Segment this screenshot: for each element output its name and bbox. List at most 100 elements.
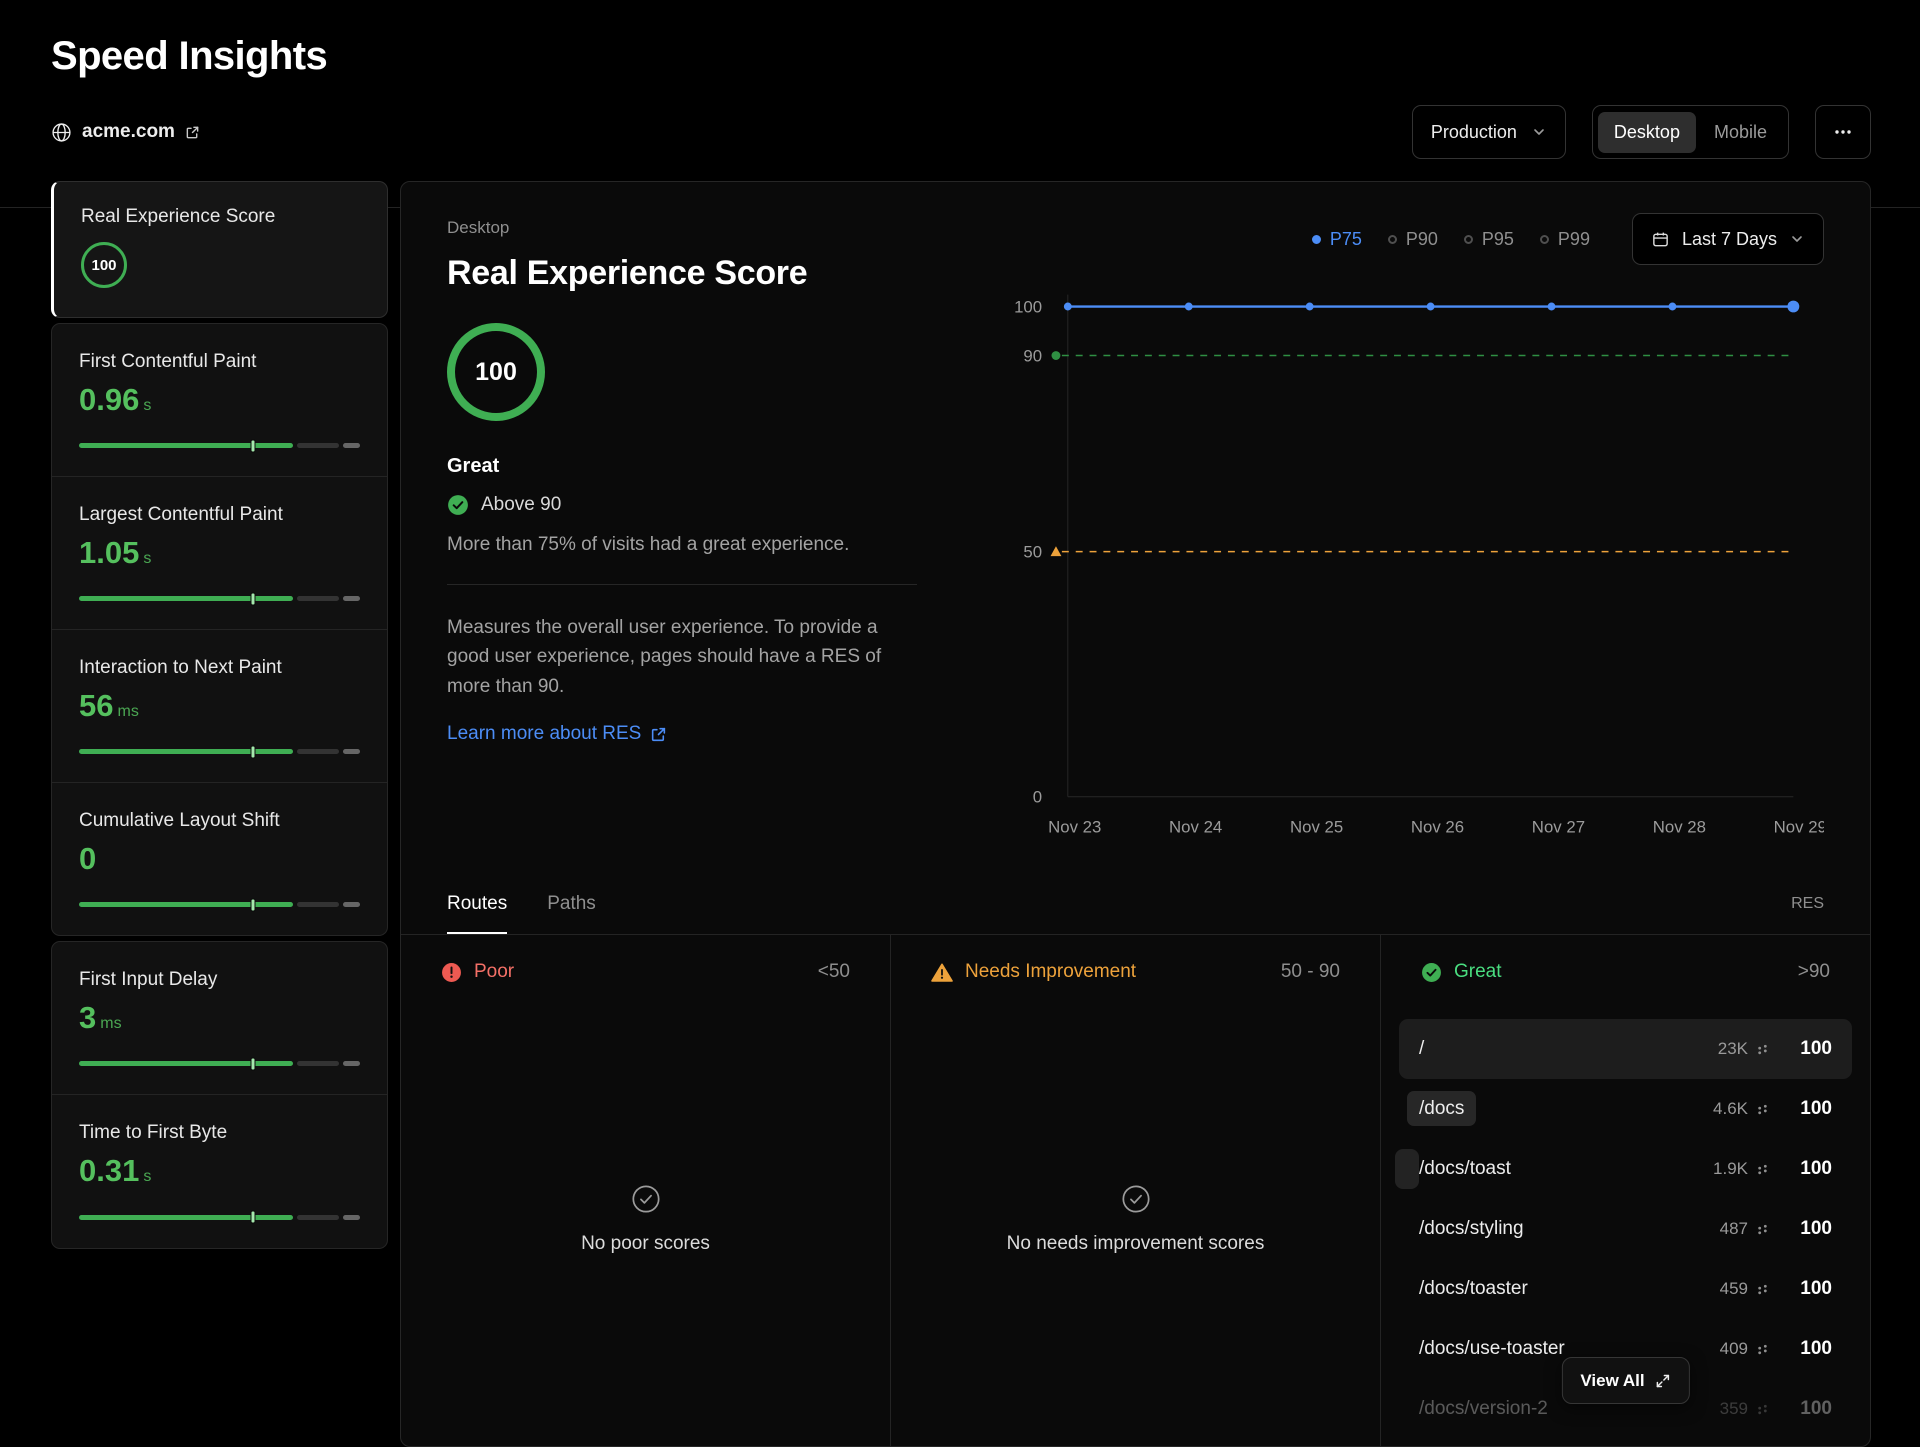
- metric-label: Real Experience Score: [81, 206, 360, 228]
- learn-more-link[interactable]: Learn more about RES: [447, 723, 667, 745]
- tab-routes[interactable]: Routes: [447, 874, 507, 934]
- route-visits: 409: [1720, 1339, 1748, 1359]
- route-row[interactable]: /docs/toast1.9K 100: [1399, 1139, 1852, 1199]
- metric-value-marker: [251, 898, 256, 911]
- res-score-circle: 100: [447, 323, 545, 421]
- check-circle-icon: [1421, 962, 1442, 983]
- svg-text:Nov 29: Nov 29: [1774, 817, 1824, 836]
- more-options-button[interactable]: [1815, 105, 1871, 159]
- tab-paths[interactable]: Paths: [547, 874, 596, 934]
- tabs-row: Routes Paths RES: [401, 874, 1870, 935]
- empty-message: No poor scores: [581, 1233, 710, 1255]
- route-row[interactable]: /docs/styling487100: [1399, 1199, 1852, 1259]
- description-text: Measures the overall user experience. To…: [447, 613, 917, 701]
- metric-threshold-meter: [79, 745, 360, 758]
- svg-text:50: 50: [1023, 543, 1042, 562]
- chart-header: P75 P90 P95 P99 Last 7 Days: [967, 212, 1824, 266]
- route-row[interactable]: /23K100: [1399, 1019, 1852, 1079]
- svg-text:90: 90: [1023, 346, 1042, 365]
- metric-threshold-meter: [79, 439, 360, 452]
- legend-dot: [1312, 235, 1321, 244]
- chevron-down-icon: [1789, 231, 1805, 247]
- route-visits: 4.6K: [1713, 1099, 1748, 1119]
- tab-desktop[interactable]: Desktop: [1598, 112, 1696, 153]
- metric-value-marker: [251, 745, 256, 758]
- expand-icon: [1655, 1373, 1671, 1389]
- metric-card-time-to-first-byte[interactable]: Time to First Byte 0.31s: [52, 1094, 387, 1247]
- route-score: 100: [1784, 1338, 1832, 1360]
- score-columns: Poor <50 No poor scores Needs Improvemen…: [401, 935, 1870, 1446]
- route-row[interactable]: /docs4.6K100: [1399, 1079, 1852, 1139]
- percentile-legend: P75 P90 P95 P99: [1312, 229, 1590, 250]
- legend-item-p95[interactable]: P95: [1464, 229, 1514, 250]
- calendar-icon: [1651, 230, 1670, 249]
- score-detail: Desktop Real Experience Score 100 Great …: [447, 212, 917, 874]
- metric-value: 56ms: [79, 689, 360, 723]
- metric-label: First Contentful Paint: [79, 351, 360, 373]
- distribution-icon: [1755, 1042, 1770, 1057]
- svg-text:100: 100: [1014, 297, 1042, 316]
- header-controls: Production Desktop Mobile: [1412, 105, 1871, 159]
- metric-value-marker: [251, 1057, 256, 1070]
- metric-card-cumulative-layout-shift[interactable]: Cumulative Layout Shift 0: [52, 782, 387, 935]
- date-range-dropdown[interactable]: Last 7 Days: [1632, 213, 1824, 265]
- metrics-sidebar: Real Experience Score 100 First Contentf…: [51, 181, 388, 1447]
- panel-title: Real Experience Score: [447, 254, 917, 293]
- environment-dropdown[interactable]: Production: [1412, 105, 1566, 159]
- distribution-icon: [1755, 1342, 1770, 1357]
- route-path: /docs/toast: [1419, 1158, 1713, 1180]
- view-all-button[interactable]: View All: [1561, 1357, 1689, 1404]
- metric-value: 0: [79, 842, 360, 876]
- metric-value: 0.31s: [79, 1154, 360, 1188]
- metric-card-first-input-delay[interactable]: First Input Delay 3ms: [52, 942, 387, 1094]
- metric-card-largest-contentful-paint[interactable]: Largest Contentful Paint 1.05s: [52, 476, 387, 629]
- metric-threshold-meter: [79, 592, 360, 605]
- poor-column: Poor <50 No poor scores: [401, 935, 890, 1446]
- res-line-chart: 05090100Nov 23Nov 24Nov 25Nov 26Nov 27No…: [967, 284, 1824, 844]
- route-visits: 359: [1720, 1399, 1748, 1419]
- route-visits: 459: [1720, 1279, 1748, 1299]
- metric-value-marker: [251, 1211, 256, 1224]
- route-visits: 1.9K: [1713, 1159, 1748, 1179]
- poor-empty-state: No poor scores: [401, 983, 890, 1255]
- metric-card-real-experience-score[interactable]: Real Experience Score 100: [51, 181, 388, 318]
- needs-improvement-label: Needs Improvement: [965, 961, 1136, 983]
- panel-top: Desktop Real Experience Score 100 Great …: [401, 182, 1870, 874]
- needs-improvement-empty-state: No needs improvement scores: [891, 983, 1380, 1255]
- route-score: 100: [1784, 1038, 1832, 1060]
- metric-label: Interaction to Next Paint: [79, 657, 360, 679]
- chevron-down-icon: [1531, 124, 1547, 140]
- header: Speed Insights acme.com Production Deskt…: [0, 0, 1920, 208]
- metric-card-interaction-to-next-paint[interactable]: Interaction to Next Paint 56ms: [52, 629, 387, 782]
- metric-card-first-contentful-paint[interactable]: First Contentful Paint 0.96s: [52, 324, 387, 476]
- legend-item-p90[interactable]: P90: [1388, 229, 1438, 250]
- route-row[interactable]: /docs/toaster459100: [1399, 1259, 1852, 1319]
- metric-group-legacy: First Input Delay 3ms Time to First Byte…: [51, 941, 388, 1248]
- distribution-icon: [1755, 1102, 1770, 1117]
- svg-text:Nov 28: Nov 28: [1653, 817, 1706, 836]
- tab-mobile[interactable]: Mobile: [1698, 112, 1783, 153]
- external-link-icon: [650, 726, 667, 743]
- check-circle-icon: [447, 494, 469, 516]
- device-toggle: Desktop Mobile: [1592, 105, 1789, 159]
- metric-value: 0.96s: [79, 383, 360, 417]
- summary-text: More than 75% of visits had a great expe…: [447, 534, 917, 556]
- great-header: Great >90: [1381, 935, 1870, 983]
- route-visits: 23K: [1718, 1039, 1748, 1059]
- empty-message: No needs improvement scores: [1007, 1233, 1265, 1255]
- legend-item-p99[interactable]: P99: [1540, 229, 1590, 250]
- domain-link[interactable]: acme.com: [51, 121, 200, 143]
- distribution-icon: [1755, 1402, 1770, 1417]
- metric-group-core-vitals: First Contentful Paint 0.96s Largest Con…: [51, 323, 388, 936]
- environment-label: Production: [1431, 122, 1517, 143]
- globe-icon: [51, 122, 72, 143]
- res-score-badge: 100: [81, 242, 127, 288]
- route-path: /docs/toaster: [1419, 1278, 1720, 1300]
- threshold-note: Above 90: [481, 494, 561, 516]
- metric-value: 3ms: [79, 1001, 360, 1035]
- route-path: /docs/use-toaster: [1419, 1338, 1720, 1360]
- great-range: >90: [1798, 961, 1830, 983]
- route-score: 100: [1784, 1158, 1832, 1180]
- legend-item-p75[interactable]: P75: [1312, 229, 1362, 250]
- needs-improvement-column: Needs Improvement 50 - 90 No needs impro…: [890, 935, 1380, 1446]
